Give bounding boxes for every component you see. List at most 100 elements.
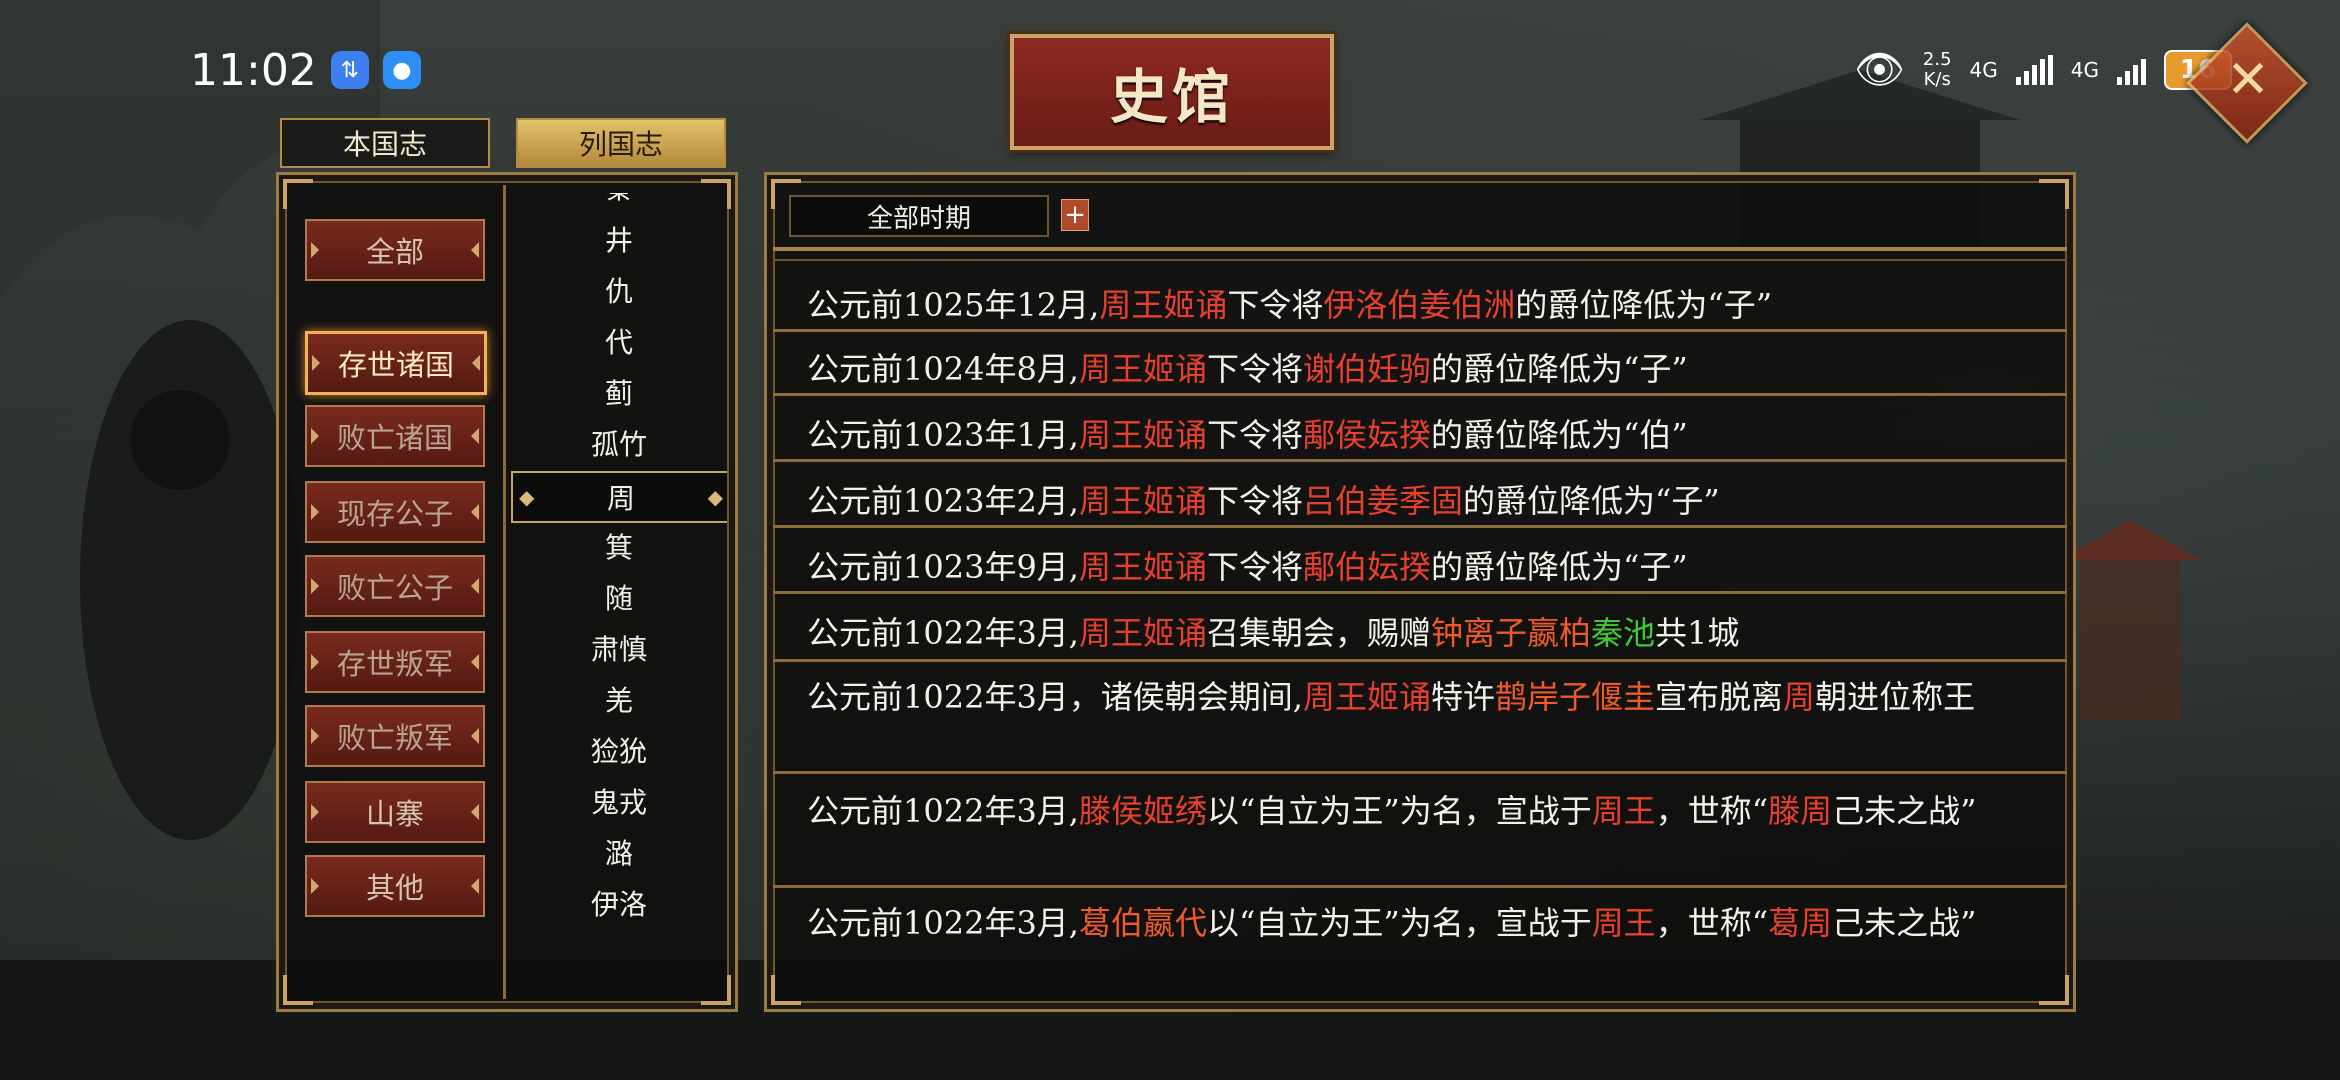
row-divider — [773, 885, 2067, 888]
row-divider — [773, 771, 2067, 774]
nation-item-selected[interactable]: 周 — [511, 471, 727, 523]
record-text: 的爵位降低为“子” — [1515, 286, 1773, 324]
nation-item[interactable]: 猃狁 — [511, 726, 727, 774]
app-notification-icon: ⇅ — [330, 51, 369, 89]
nation-item[interactable]: 伊洛 — [511, 879, 727, 927]
record-text: 公元前1023年2月, — [807, 482, 1079, 520]
nation-list[interactable]: 秦 井 仇 代 蓟 孤竹 周 箕 随 肃慎 羌 猃狁 鬼戎 潞 伊洛 — [511, 193, 727, 991]
record-row: 公元前1025年12月,周王姬诵下令将伊洛伯姜伯洲的爵位降低为“子” — [807, 281, 2053, 329]
category-living-princes-button[interactable]: 现存公子 — [305, 481, 485, 543]
nation-item[interactable]: 蓟 — [511, 368, 727, 416]
highlighted-name: 滕周 — [1768, 792, 1833, 830]
category-fallen-rebels-button[interactable]: 败亡叛军 — [305, 705, 485, 767]
highlighted-name: 周王姬诵 — [1078, 548, 1207, 586]
record-text: 朝进位称王 — [1815, 678, 1976, 716]
record-text: 公元前1023年1月, — [807, 416, 1079, 454]
category-all-button[interactable]: 全部 — [305, 219, 485, 281]
record-text: 公元前1022年3月, — [807, 614, 1079, 652]
nation-item[interactable]: 秦 — [511, 193, 727, 211]
record-text: 己未之战” — [1832, 792, 1977, 830]
row-divider — [773, 459, 2067, 462]
highlighted-name: 钟离子嬴柏 — [1431, 614, 1592, 652]
record-row: 公元前1023年2月,周王姬诵下令将吕伯姜季固的爵位降低为“子” — [807, 477, 2053, 525]
record-text: 共1城 — [1655, 614, 1740, 652]
record-text: 公元前1022年3月，诸侯朝会期间, — [807, 678, 1303, 716]
nation-item[interactable]: 箕 — [511, 522, 727, 570]
record-text: 下令将 — [1207, 350, 1304, 388]
highlighted-name: 葛周 — [1768, 904, 1833, 942]
record-text: 宣布脱离 — [1655, 678, 1784, 716]
row-divider — [773, 393, 2067, 396]
highlighted-name: 鄅伯妘揆 — [1303, 548, 1432, 586]
record-row: 公元前1022年3月,周王姬诵召集朝会，赐赠钟离子嬴柏秦池共1城 — [807, 609, 2053, 657]
highlighted-name: 伊洛伯姜伯洲 — [1323, 286, 1516, 324]
highlighted-name: 谢伯妊驹 — [1303, 350, 1432, 388]
record-text: 下令将 — [1207, 548, 1304, 586]
nation-item[interactable]: 孤竹 — [511, 419, 727, 467]
category-bandits-button[interactable]: 山寨 — [305, 781, 485, 843]
category-fallen-princes-button[interactable]: 败亡公子 — [305, 555, 485, 617]
record-row: 公元前1024年8月,周王姬诵下令将谢伯妊驹的爵位降低为“子” — [807, 345, 2053, 393]
network-speed: 2.5 K/s — [1922, 48, 1952, 90]
close-icon[interactable]: ✕ — [2220, 52, 2276, 108]
nation-item[interactable]: 鬼戎 — [511, 777, 727, 825]
header-divider — [773, 247, 2067, 251]
record-row: 公元前1023年1月,周王姬诵下令将鄅侯妘揆的爵位降低为“伯” — [807, 411, 2053, 459]
nation-item[interactable]: 代 — [511, 317, 727, 365]
eye-comfort-icon: 👁 — [1854, 47, 1905, 93]
highlighted-name: 周王姬诵 — [1078, 614, 1207, 652]
record-text: 公元前1022年3月, — [807, 792, 1079, 830]
category-surviving-rebels-button[interactable]: 存世叛军 — [305, 631, 485, 693]
message-notification-icon: ● — [382, 51, 421, 89]
highlighted-name: 周王姬诵 — [1078, 416, 1207, 454]
highlighted-name: 滕侯姬绣 — [1078, 792, 1207, 830]
row-divider — [773, 659, 2067, 662]
nation-item[interactable]: 肃慎 — [511, 624, 727, 672]
sim1-label: 4G — [1969, 57, 1998, 82]
record-text: 公元前1025年12月, — [807, 286, 1100, 324]
page-title-plate: 史馆 — [1010, 34, 1334, 150]
highlighted-name: 周王姬诵 — [1302, 678, 1431, 716]
highlighted-name: 周王姬诵 — [1078, 350, 1207, 388]
highlighted-name: 周王 — [1591, 904, 1656, 942]
record-text: 己未之战” — [1832, 904, 1977, 942]
record-row: 公元前1022年3月，诸侯朝会期间,周王姬诵特许鹊岸子偃圭宣布脱离周朝进位称王 — [807, 673, 2053, 721]
highlighted-name: 吕伯姜季固 — [1303, 482, 1464, 520]
record-text: ，世称“ — [1655, 904, 1769, 942]
panel-divider — [503, 185, 506, 999]
record-text: 公元前1024年8月, — [807, 350, 1079, 388]
status-bar: 11:02 ⇅ ● — [190, 42, 421, 98]
nation-item[interactable]: 仇 — [511, 266, 727, 314]
nation-item[interactable]: 随 — [511, 573, 727, 621]
record-row: 公元前1022年3月,滕侯姬绣以“自立为王”为名，宣战于周王，世称“滕周己未之战… — [807, 787, 2053, 835]
record-row: 公元前1023年9月,周王姬诵下令将鄅伯妘揆的爵位降低为“子” — [807, 543, 2053, 591]
tab-own-country[interactable]: 本国志 — [280, 118, 490, 168]
record-text: 下令将 — [1227, 286, 1324, 324]
category-surviving-states-button[interactable]: 存世诸国 — [305, 331, 487, 395]
sim2-label: 4G — [2070, 57, 2099, 82]
highlighted-name: 周王姬诵 — [1078, 482, 1207, 520]
category-fallen-states-button[interactable]: 败亡诸国 — [305, 405, 485, 467]
nation-item[interactable]: 羌 — [511, 675, 727, 723]
history-records-panel: 全部时期 + 公元前1025年12月,周王姬诵下令将伊洛伯姜伯洲的爵位降低为“子… — [764, 172, 2076, 1012]
record-text: 下令将 — [1207, 416, 1304, 454]
highlighted-name: 秦池 — [1591, 614, 1656, 652]
highlighted-name: 葛伯嬴代 — [1078, 904, 1207, 942]
nation-item[interactable]: 潞 — [511, 828, 727, 876]
row-divider — [773, 329, 2067, 332]
nation-item[interactable]: 井 — [511, 215, 727, 263]
signal-icon — [2015, 54, 2053, 85]
record-text: 的爵位降低为“子” — [1431, 350, 1688, 388]
record-text: 召集朝会，赐赠 — [1207, 614, 1432, 652]
record-text: 公元前1023年9月, — [807, 548, 1079, 586]
period-filter-dropdown[interactable]: 全部时期 — [789, 195, 1049, 237]
period-expand-button[interactable]: + — [1061, 199, 1089, 231]
record-text: 的爵位降低为“子” — [1431, 548, 1688, 586]
tab-other-countries[interactable]: 列国志 — [516, 118, 726, 168]
category-other-button[interactable]: 其他 — [305, 855, 485, 917]
record-text: 以“自立为王”为名，宣战于 — [1207, 904, 1592, 942]
highlighted-name: 周 — [1783, 678, 1816, 716]
record-text: ，世称“ — [1655, 792, 1769, 830]
nation-filter-panel: 全部 存世诸国 败亡诸国 现存公子 败亡公子 存世叛军 败亡叛军 山寨 其他 秦… — [276, 172, 738, 1012]
record-text: 特许 — [1431, 678, 1496, 716]
